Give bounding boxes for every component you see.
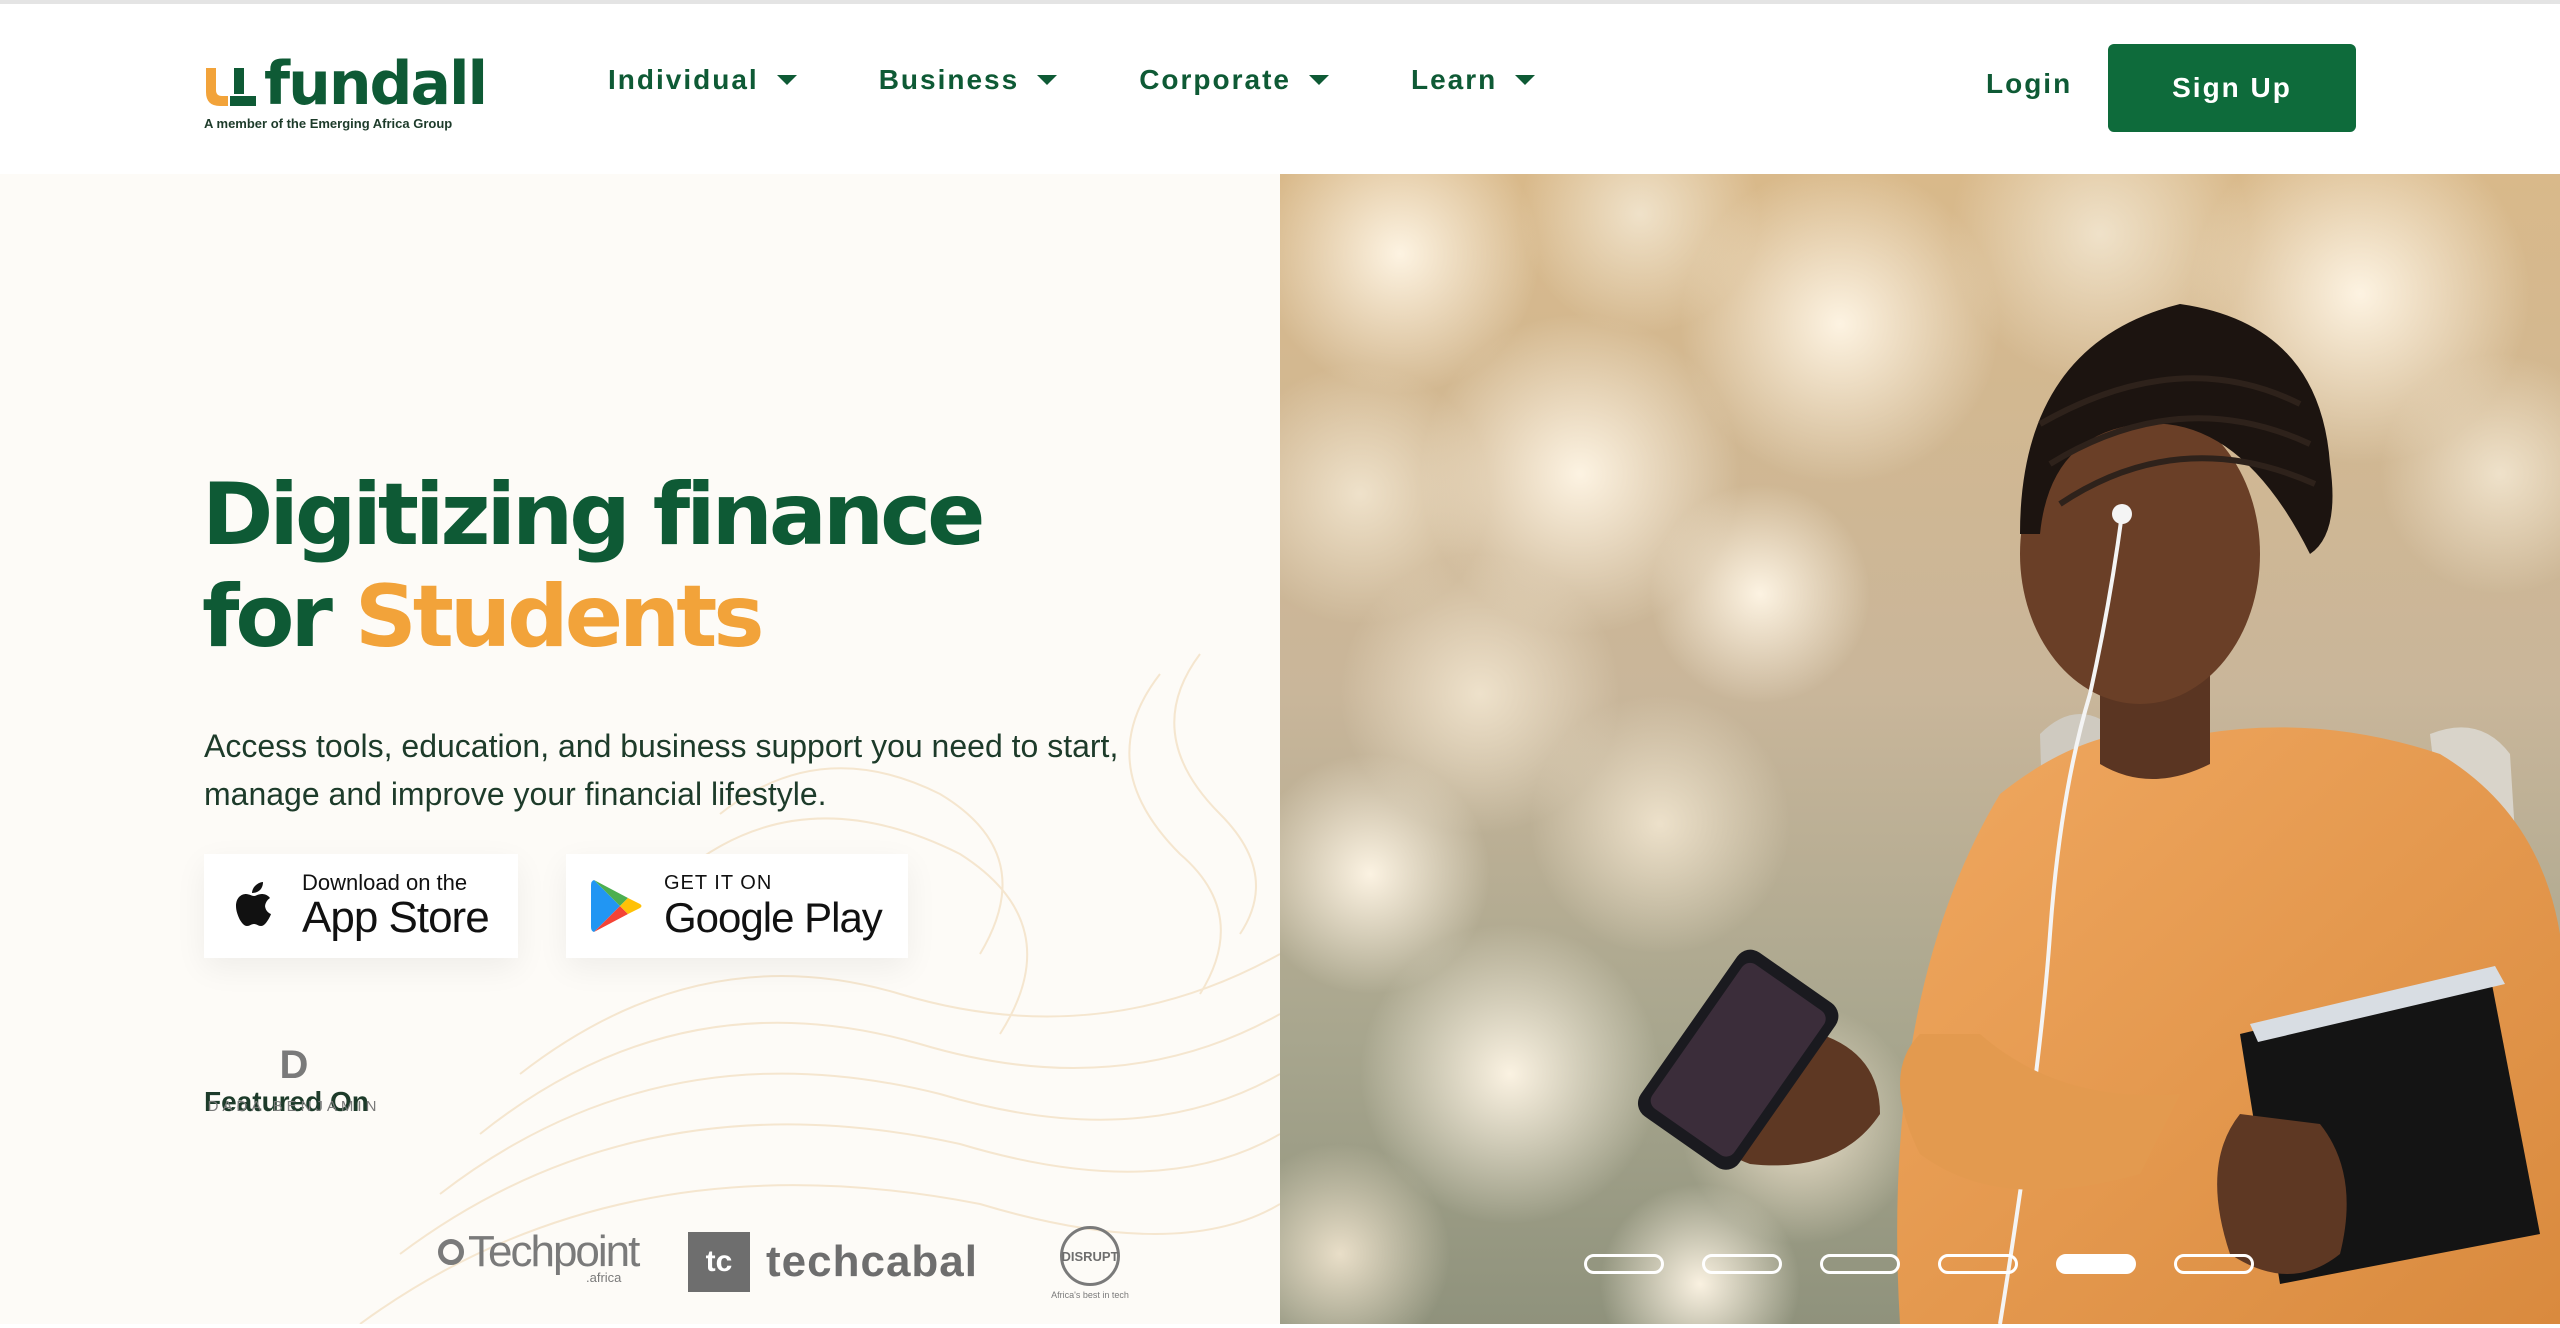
techpoint-name: Techpoint [468,1227,640,1276]
nav-individual[interactable]: Individual [608,64,797,96]
carousel-dot-2[interactable] [1702,1254,1782,1274]
carousel-dot-5[interactable] [2056,1254,2136,1274]
chevron-down-icon [1515,75,1536,85]
sign-up-button[interactable]: Sign Up [2108,44,2356,132]
nav-label: Corporate [1139,64,1291,95]
fundall-logo-mark-icon [206,68,256,106]
carousel-dot-4[interactable] [1938,1254,2018,1274]
carousel-dots [1584,1254,2292,1274]
app-store-button[interactable]: Download on the App Store [204,854,518,958]
hero-photo-student-with-phone [1280,174,2560,1324]
headline-line-1: Digitizing finance [202,465,985,565]
disrupt-africa-logo: DISRUPT Africa's best in tech [1040,1226,1140,1328]
apple-icon [236,882,271,926]
google-play-text: GET IT ON Google Play [664,871,883,941]
brand-tagline: A member of the Emerging Africa Group [204,116,453,131]
carousel-dot-3[interactable] [1820,1254,1900,1274]
app-store-label: App Store [302,893,490,942]
app-store-text: Download on the App Store [302,870,490,942]
nav-corporate[interactable]: Corporate [1139,64,1329,96]
headline-line-2-prefix: for [202,567,355,667]
site-header: fundall A member of the Emerging Africa … [0,4,2560,174]
nav-label: Business [878,64,1020,95]
techpoint-logo: Techpoint .africa [438,1227,640,1328]
app-store-small-label: Download on the [302,870,468,895]
techpoint-wordmark: Techpoint [438,1227,640,1276]
nav-label: Individual [608,64,759,95]
disrupt-africa-mark: DISRUPT [1060,1226,1120,1286]
google-play-button[interactable]: GET IT ON Google Play [566,854,908,958]
chevron-down-icon [1308,75,1329,85]
hero-content: Digitizing finance for Students Access t… [0,174,1280,1324]
carousel-dot-6[interactable] [2174,1254,2254,1274]
dada-benjamin-name: DADA BENJAMIN [207,1098,381,1115]
techcabal-logo: tc techcabal [688,1232,988,1292]
chevron-down-icon [1037,75,1058,85]
main-nav: Individual Business Corporate Learn [608,60,1617,100]
login-link[interactable]: Login [1986,68,2072,100]
techcabal-name: techcabal [766,1237,978,1286]
nav-business[interactable]: Business [879,64,1058,96]
brand-name: fundall [264,49,488,119]
disrupt-africa-tagline: Africa's best in tech [1051,1290,1129,1300]
carousel-dot-1[interactable] [1584,1254,1664,1274]
dada-benjamin-mark: D [279,1043,309,1087]
google-play-small-label: GET IT ON [664,872,773,894]
hero-subtext: Access tools, education, and business su… [204,728,1119,812]
dada-benjamin-logo: D DADA BENJAMIN [204,1044,384,1164]
hero-photo-illustration [1280,174,2560,1324]
chevron-down-icon [776,75,797,85]
nav-label: Learn [1410,64,1498,95]
hero-headline: Digitizing finance for Students [202,464,985,668]
google-play-icon [591,880,642,932]
techpoint-suffix: .africa [586,1270,622,1285]
nav-learn[interactable]: Learn [1410,64,1536,96]
fundall-logo[interactable]: fundall A member of the Emerging Africa … [204,48,504,138]
techpoint-dot-icon [438,1239,464,1265]
headline-accent-word: Students [354,567,765,667]
techcabal-mark: tc [688,1232,750,1292]
google-play-label: Google Play [664,894,883,941]
